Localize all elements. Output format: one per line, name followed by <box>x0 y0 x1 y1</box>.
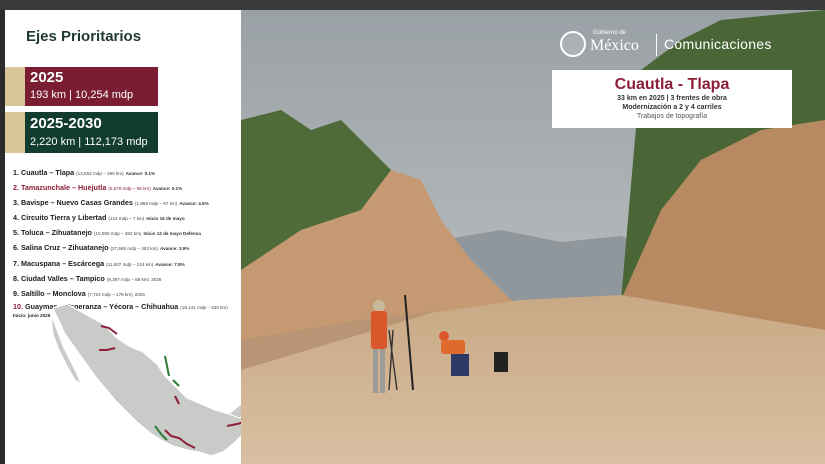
safety-vest <box>441 340 465 354</box>
band-2025: 2025 193 km | 10,254 mdp <box>5 67 158 106</box>
item-name: Tamazunchale – Huejutla <box>21 183 107 193</box>
project-line-3: Trabajos de topografía <box>636 113 708 120</box>
item-detail: (1,859 mdp – 67 km) <box>134 201 178 207</box>
item-status: Avance: 3.9% <box>159 246 190 252</box>
band-year: 2025-2030 <box>30 115 102 132</box>
band-accent <box>5 67 25 106</box>
item-number: 4. <box>13 213 19 223</box>
band-2025-2030: 2025-2030 2,220 km | 112,173 mdp <box>5 112 158 153</box>
project-card: Cuautla - Tlapa 33 km en 2025 | 3 frente… <box>552 70 792 128</box>
logo-divider <box>656 34 657 56</box>
list-item: 6. Salina Cruz – Zihuatanejo (27,665 mdp… <box>13 241 239 256</box>
band-accent <box>5 112 25 153</box>
helmet <box>439 331 449 341</box>
item-status: Avance: 0.1% <box>125 171 156 176</box>
list-item: 4. Circuito Tierra y Libertad (124 mdp –… <box>13 211 239 226</box>
item-status: Inicio 16 de mayo <box>146 216 185 222</box>
item-name: Ciudad Valles – Tampico <box>21 273 105 283</box>
safety-vest <box>371 311 387 349</box>
item-number: 9. <box>13 288 19 298</box>
list-item: 1. Cuautla – Tlapa (13,652 mdp – 385 km)… <box>13 166 239 181</box>
item-number: 10. <box>13 301 23 311</box>
band-summary: 193 km | 10,254 mdp <box>30 89 134 101</box>
item-name: Salina Cruz – Zihuatanejo <box>21 243 109 253</box>
pants <box>451 354 469 376</box>
item-status: 2026 <box>151 276 162 282</box>
item-status: 2026 <box>134 291 145 297</box>
item-name: Bavispe – Nuevo Casas Grandes <box>21 198 133 208</box>
project-title: Cuautla - Tlapa <box>614 76 730 93</box>
project-line-2: Modernización a 2 y 4 carriles <box>622 104 722 111</box>
item-number: 7. <box>13 258 19 268</box>
item-number: 2. <box>13 183 19 193</box>
seal-icon <box>560 31 586 57</box>
item-number: 8. <box>13 273 19 283</box>
ministry-label: Comunicaciones <box>664 36 772 52</box>
item-detail: (11,607 mdp – 124 km) <box>106 261 154 267</box>
helmet <box>373 300 385 312</box>
leg <box>380 349 385 393</box>
list-item: 2. Tamazunchale – Huejutla (5,678 mdp – … <box>13 181 239 196</box>
item-number: 3. <box>13 198 19 208</box>
item-name: Cuautla – Tlapa <box>21 168 75 177</box>
item-detail: (9,397 mdp – 68 km) <box>106 276 150 282</box>
bucket <box>494 352 508 372</box>
item-detail: (10,580 mdp – 482 km) <box>93 231 142 237</box>
item-number: 6. <box>13 243 19 253</box>
list-item: 5. Toluca – Zihuatanejo (10,580 mdp – 48… <box>13 226 239 241</box>
route-saltillo-monclova <box>164 355 170 377</box>
item-name: Circuito Tierra y Libertad <box>21 213 107 223</box>
band-summary: 2,220 km | 112,173 mdp <box>30 136 148 148</box>
list-item: 3. Bavispe – Nuevo Casas Grandes (1,859 … <box>13 196 239 211</box>
item-name: Toluca – Zihuatanejo <box>21 228 92 238</box>
item-number: 5. <box>13 228 19 238</box>
item-detail: (124 mdp – 7 km) <box>108 216 145 222</box>
panel-title: Ejes Prioritarios <box>26 28 142 45</box>
government-logo: Gobierno de México Comunicaciones <box>560 30 800 60</box>
priority-list: 1. Cuautla – Tlapa (13,652 mdp – 385 km)… <box>13 166 239 319</box>
list-item: 7. Macuspana – Escárcega (11,607 mdp – 1… <box>13 257 239 272</box>
item-detail: (7,724 mdp – 179 km) <box>87 291 133 297</box>
item-status: Avance: 4.5% <box>179 201 209 207</box>
window-top-bar <box>0 0 825 10</box>
leg <box>373 349 378 393</box>
item-status: Avance: 0.1% <box>152 186 183 192</box>
gob-label-big: México <box>590 37 639 54</box>
item-status: Avance: 7.8% <box>155 261 185 267</box>
item-status: Inicio 12 de mayo Defensa <box>143 231 201 237</box>
band-year: 2025 <box>30 69 64 86</box>
gob-label-small: Gobierno de <box>593 30 627 36</box>
item-detail: (13,652 mdp – 385 km) <box>76 171 124 176</box>
item-name: Macuspana – Escárcega <box>21 258 105 268</box>
item-name: Saltillo – Monclova <box>21 288 86 298</box>
item-detail: (5,678 mdp – 96 km) <box>108 186 151 192</box>
list-item: 8. Ciudad Valles – Tampico (9,397 mdp – … <box>13 272 239 287</box>
project-line-1: 33 km en 2025 | 3 frentes de obra <box>617 95 727 102</box>
item-detail: (27,665 mdp – 453 km) <box>110 246 158 252</box>
slide-screen: Ejes Prioritarios 2025 193 km | 10,254 m… <box>0 0 825 464</box>
item-number: 1. <box>13 168 19 177</box>
